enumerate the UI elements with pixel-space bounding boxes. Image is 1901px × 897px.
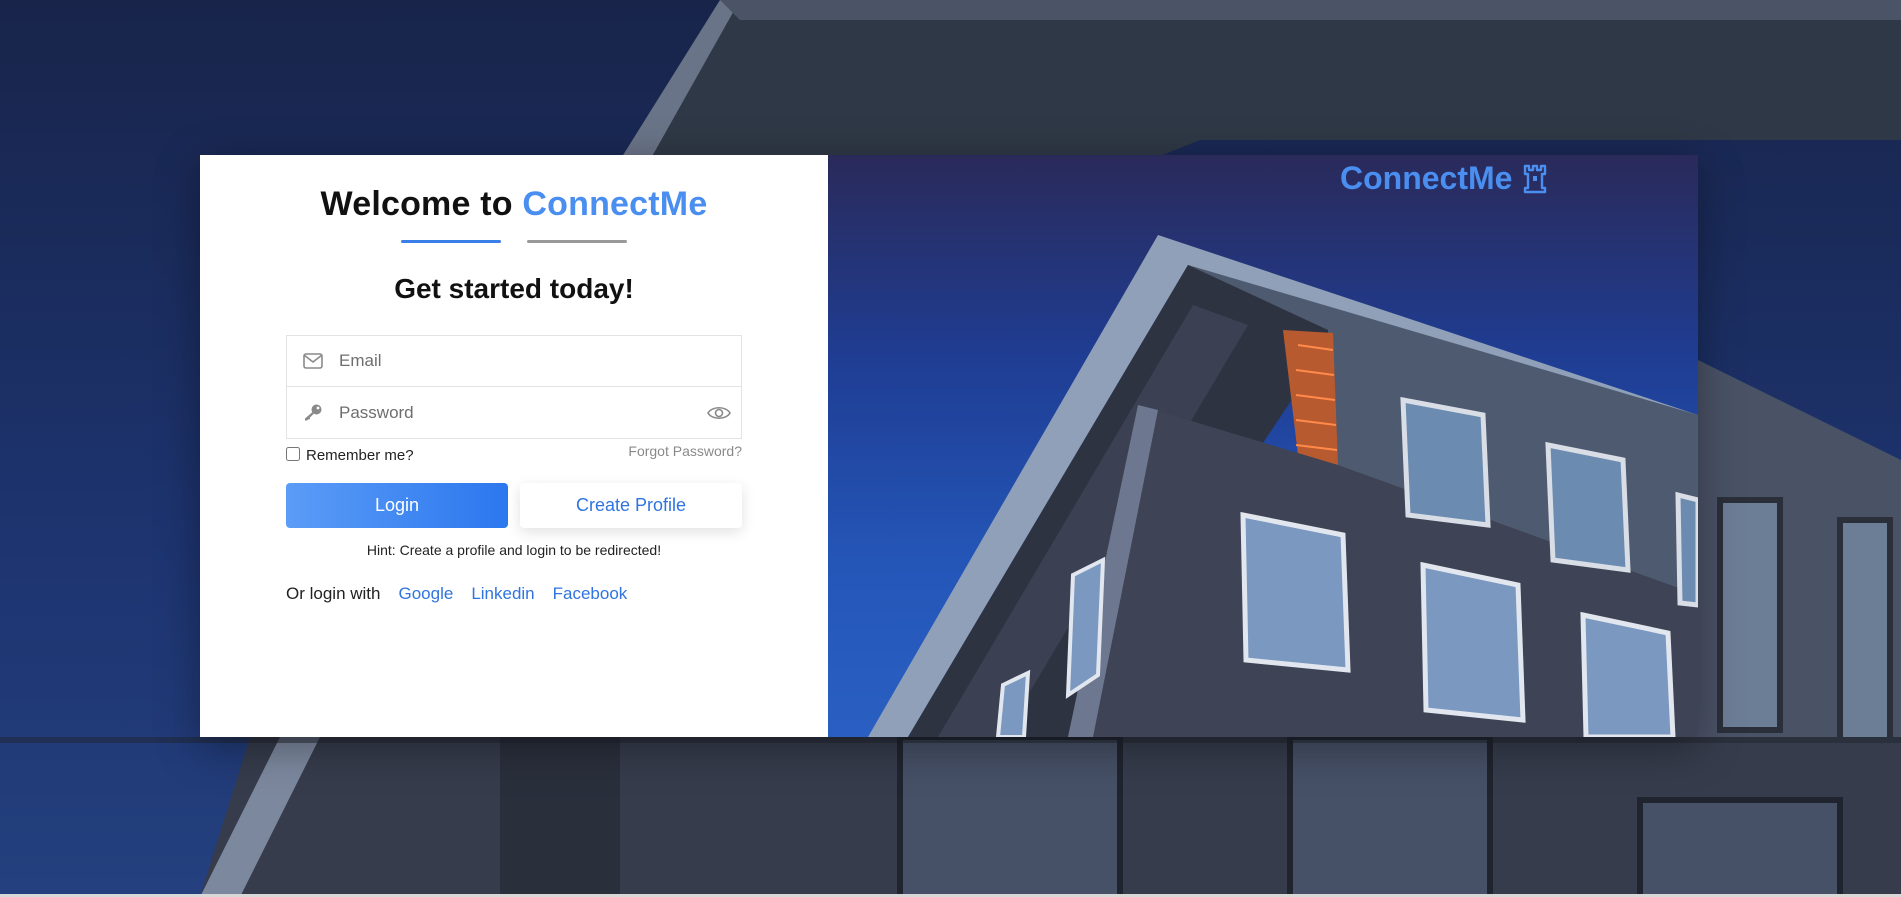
hero-image-panel: ConnectMe (828, 155, 1698, 737)
action-buttons: Login Create Profile (286, 483, 742, 528)
page-subtitle: Get started today! (394, 273, 634, 304)
key-icon (287, 387, 339, 438)
login-card: Welcome to ConnectMe Get started today! (200, 155, 1698, 737)
forgot-password-link[interactable]: Forgot Password? (628, 443, 742, 459)
social-login: Or login with Google Linkedin Facebook (286, 584, 742, 604)
linkedin-login-link[interactable]: Linkedin (471, 584, 534, 604)
welcome-brand: ConnectMe (522, 185, 708, 223)
google-login-link[interactable]: Google (398, 584, 453, 604)
facebook-login-link[interactable]: Facebook (553, 584, 628, 604)
email-input[interactable] (339, 336, 741, 386)
password-input[interactable] (339, 387, 697, 438)
remember-row: Remember me? Forgot Password? (286, 443, 742, 467)
login-form: Remember me? Forgot Password? Login Crea… (286, 335, 742, 604)
tab-signup-indicator[interactable] (527, 240, 627, 243)
remember-checkbox[interactable] (286, 446, 300, 461)
tab-indicators (200, 240, 828, 243)
welcome-prefix: Welcome to (320, 185, 513, 223)
remember-me[interactable]: Remember me? (286, 443, 414, 464)
building-photo-illustration (868, 235, 1698, 737)
email-field (286, 335, 742, 387)
castle-icon (1522, 164, 1548, 194)
password-field (286, 387, 742, 439)
tab-login-indicator[interactable] (401, 240, 501, 243)
login-panel: Welcome to ConnectMe Get started today! (200, 155, 828, 737)
envelope-icon (287, 336, 339, 386)
logo-text: ConnectMe (1340, 160, 1513, 196)
brand-logo: ConnectMe (1340, 160, 1548, 197)
hint-text: Hint: Create a profile and login to be r… (366, 542, 662, 558)
create-profile-button[interactable]: Create Profile (520, 483, 742, 528)
login-button[interactable]: Login (286, 483, 508, 528)
welcome-heading: Welcome to ConnectMe (200, 185, 828, 224)
social-login-label: Or login with (286, 584, 381, 603)
eye-icon[interactable] (697, 387, 741, 438)
remember-label: Remember me? (306, 447, 414, 464)
